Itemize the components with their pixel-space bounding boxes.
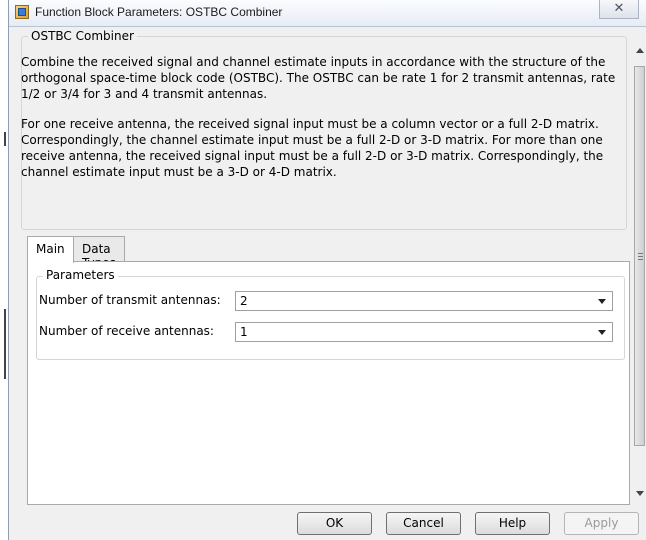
transmit-antennas-dropdown[interactable]: 2: [235, 291, 613, 311]
background-mark: [4, 309, 6, 379]
parameters-group: Parameters Number of transmit antennas: …: [36, 268, 625, 360]
close-icon: ✕: [613, 1, 625, 16]
window-title: Function Block Parameters: OSTBC Combine…: [35, 5, 283, 19]
background-mark: [4, 132, 6, 146]
ok-button[interactable]: OK: [297, 512, 372, 535]
tab-data-types[interactable]: Data Types: [73, 236, 125, 270]
help-button[interactable]: Help: [475, 512, 550, 535]
scroll-up-arrow-icon[interactable]: [636, 48, 644, 53]
scrollbar-thumb[interactable]: [634, 66, 645, 446]
main-tab-panel: Parameters Number of transmit antennas: …: [27, 261, 630, 505]
block-description: Combine the received signal and channel …: [21, 54, 619, 194]
apply-button[interactable]: Apply: [564, 512, 639, 535]
title-bar[interactable]: Function Block Parameters: OSTBC Combine…: [9, 0, 646, 27]
grip-line: [638, 253, 643, 254]
transmit-antennas-value: 2: [240, 294, 248, 308]
description-paragraph: Combine the received signal and channel …: [21, 55, 616, 101]
grip-line: [638, 259, 643, 260]
scroll-down-arrow-icon[interactable]: [636, 491, 644, 496]
vertical-scrollbar[interactable]: [633, 44, 646, 500]
tab-main[interactable]: Main: [27, 236, 74, 263]
grip-line: [638, 256, 643, 257]
dialog-window: Function Block Parameters: OSTBC Combine…: [8, 0, 646, 540]
description-paragraph: For one receive antenna, the received si…: [21, 117, 604, 179]
chevron-down-icon: [598, 330, 606, 335]
block-name-label: OSTBC Combiner: [28, 29, 137, 43]
receive-antennas-value: 1: [240, 325, 248, 339]
receive-antennas-label: Number of receive antennas:: [39, 324, 214, 338]
receive-antennas-dropdown[interactable]: 1: [235, 322, 613, 342]
transmit-antennas-label: Number of transmit antennas:: [39, 293, 221, 307]
parameters-group-label: Parameters: [43, 268, 118, 282]
close-button[interactable]: ✕: [599, 0, 639, 19]
simulink-block-icon: [15, 5, 29, 19]
chevron-down-icon: [598, 299, 606, 304]
cancel-button[interactable]: Cancel: [386, 512, 461, 535]
